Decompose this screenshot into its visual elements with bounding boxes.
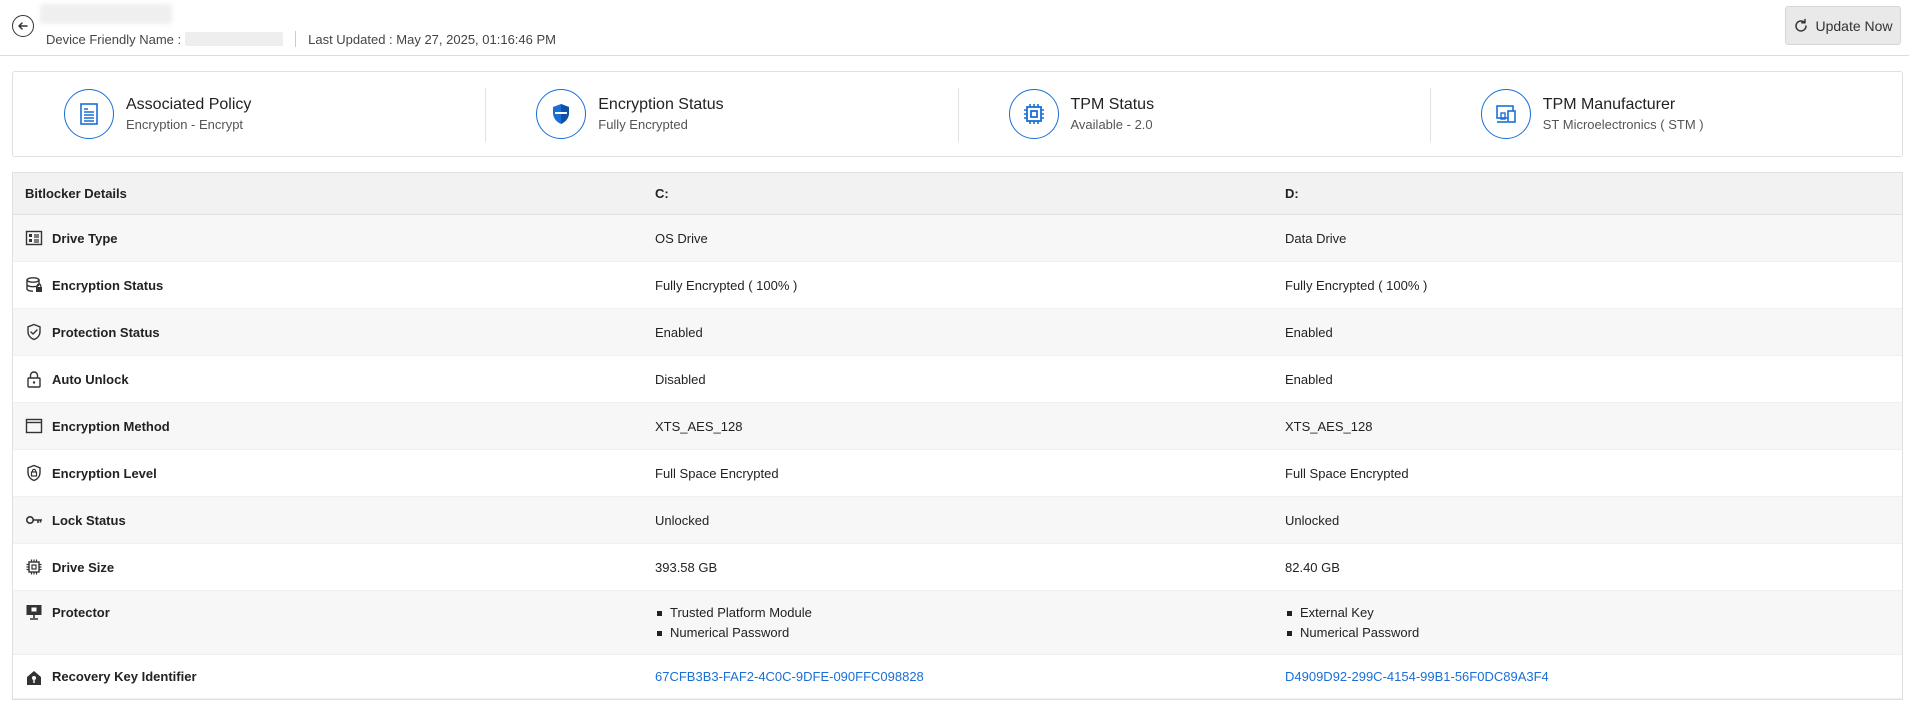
shield-check-icon bbox=[25, 323, 43, 341]
table-row: Encryption Level Full Space Encrypted Fu… bbox=[13, 450, 1902, 497]
row-value-c: Enabled bbox=[655, 324, 703, 340]
summary-value: Fully Encrypted bbox=[598, 117, 688, 132]
row-value-d: Enabled bbox=[1285, 371, 1333, 387]
list-item: Trusted Platform Module bbox=[655, 603, 1273, 623]
window-icon bbox=[25, 417, 43, 435]
row-label: Drive Type bbox=[52, 230, 118, 246]
row-label: Encryption Status bbox=[52, 277, 164, 293]
row-value-c: 393.58 GB bbox=[655, 559, 718, 575]
table-row: Drive Type OS Drive Data Drive bbox=[13, 215, 1902, 262]
list-item: Numerical Password bbox=[655, 623, 1273, 643]
column-header: D: bbox=[1285, 186, 1299, 201]
row-value-c: OS Drive bbox=[655, 230, 708, 246]
row-value-d: External Key Numerical Password bbox=[1273, 603, 1902, 643]
summary-title: Associated Policy bbox=[126, 96, 252, 113]
column-header: C: bbox=[655, 186, 669, 201]
row-value-d: Full Space Encrypted bbox=[1285, 465, 1409, 481]
row-label: Protection Status bbox=[52, 324, 160, 340]
summary-title: TPM Status bbox=[1070, 96, 1155, 113]
row-label: Encryption Level bbox=[52, 465, 157, 481]
table-row: Encryption Status Fully Encrypted ( 100%… bbox=[13, 262, 1902, 309]
summary-associated-policy: Associated Policy Encryption - Encrypt bbox=[13, 72, 485, 156]
row-value-c: Full Space Encrypted bbox=[655, 465, 779, 481]
policy-document-icon bbox=[64, 89, 114, 139]
arrow-left-icon bbox=[18, 22, 28, 30]
device-meta: Device Friendly Name : Last Updated : Ma… bbox=[46, 31, 556, 47]
row-value-d: 82.40 GB bbox=[1285, 559, 1340, 575]
update-now-button[interactable]: Update Now bbox=[1785, 6, 1901, 45]
drive-type-icon bbox=[25, 229, 43, 247]
list-item: Numerical Password bbox=[1285, 623, 1902, 643]
recovery-key-link-d[interactable]: D4909D92-299C-4154-99B1-56F0DC89A3F4 bbox=[1285, 669, 1549, 684]
table-row: Protection Status Enabled Enabled bbox=[13, 309, 1902, 356]
update-now-label: Update Now bbox=[1815, 17, 1893, 34]
summary-encryption-status: Encryption Status Fully Encrypted bbox=[485, 72, 957, 156]
chip-icon bbox=[25, 558, 43, 576]
row-value-c: Disabled bbox=[655, 371, 706, 387]
protector-list: Trusted Platform Module Numerical Passwo… bbox=[655, 603, 1273, 643]
table-row: Lock Status Unlocked Unlocked bbox=[13, 497, 1902, 544]
home-key-icon bbox=[25, 668, 43, 686]
row-label: Auto Unlock bbox=[52, 371, 129, 387]
table-row: Drive Size 393.58 GB 82.40 GB bbox=[13, 544, 1902, 591]
protector-list: External Key Numerical Password bbox=[1285, 603, 1902, 643]
chip-icon bbox=[1008, 89, 1059, 139]
device-friendly-name-label: Device Friendly Name : bbox=[46, 31, 182, 47]
summary-value: Encryption - Encrypt bbox=[126, 117, 244, 132]
last-updated: Last Updated : May 27, 2025, 01:16:46 PM bbox=[308, 31, 556, 47]
summary-title: TPM Manufacturer bbox=[1542, 96, 1676, 113]
device-name-redacted bbox=[40, 4, 172, 24]
row-value-d: Enabled bbox=[1285, 324, 1333, 340]
row-value-c: Unlocked bbox=[655, 512, 710, 528]
row-label: Drive Size bbox=[52, 559, 115, 575]
device-friendly-name-redacted bbox=[185, 32, 284, 46]
row-label: Protector bbox=[52, 604, 110, 620]
table-row: Encryption Method XTS_AES_128 XTS_AES_12… bbox=[13, 403, 1902, 450]
row-value-c: Fully Encrypted ( 100% ) bbox=[655, 277, 798, 293]
refresh-icon bbox=[1795, 18, 1808, 32]
page-header: Device Friendly Name : Last Updated : Ma… bbox=[0, 0, 1909, 56]
table-row: Recovery Key Identifier 67CFB3B3-FAF2-4C… bbox=[13, 655, 1902, 699]
summary-value: ST Microelectronics ( STM ) bbox=[1542, 117, 1704, 132]
summary-value: Available - 2.0 bbox=[1070, 117, 1153, 132]
column-header: Bitlocker Details bbox=[25, 186, 127, 201]
row-label: Lock Status bbox=[52, 512, 126, 528]
summary-title: Encryption Status bbox=[598, 96, 724, 113]
table-row: Auto Unlock Disabled Enabled bbox=[13, 356, 1902, 403]
row-value-d: XTS_AES_128 bbox=[1285, 418, 1373, 434]
devices-icon bbox=[1480, 89, 1531, 139]
key-icon bbox=[25, 511, 43, 529]
row-label: Recovery Key Identifier bbox=[52, 669, 197, 684]
row-value-c: XTS_AES_128 bbox=[655, 418, 743, 434]
summary-tpm-manufacturer: TPM Manufacturer ST Microelectronics ( S… bbox=[1429, 72, 1902, 156]
row-value-d: Data Drive bbox=[1285, 230, 1347, 246]
row-value-d: Fully Encrypted ( 100% ) bbox=[1285, 277, 1428, 293]
summary-bar: Associated Policy Encryption - Encrypt E… bbox=[12, 71, 1903, 157]
monitor-icon bbox=[25, 603, 43, 621]
row-label: Encryption Method bbox=[52, 418, 170, 434]
row-value-c: Trusted Platform Module Numerical Passwo… bbox=[643, 603, 1273, 643]
list-item: External Key bbox=[1285, 603, 1902, 623]
divider bbox=[295, 31, 297, 47]
table-header: Bitlocker Details C: D: bbox=[13, 173, 1902, 215]
shield-lock-icon bbox=[25, 464, 43, 482]
table-row: Protector Trusted Platform Module Numeri… bbox=[13, 591, 1902, 655]
shield-icon bbox=[536, 89, 587, 139]
recovery-key-link-c[interactable]: 67CFB3B3-FAF2-4C0C-9DFE-090FFC098828 bbox=[655, 669, 924, 684]
bitlocker-details-table: Bitlocker Details C: D: Drive Type OS Dr… bbox=[12, 172, 1903, 700]
row-value-d: Unlocked bbox=[1285, 512, 1340, 528]
back-button[interactable] bbox=[12, 15, 34, 37]
lock-icon bbox=[25, 370, 43, 388]
database-icon bbox=[25, 276, 43, 294]
summary-tpm-status: TPM Status Available - 2.0 bbox=[957, 72, 1430, 156]
